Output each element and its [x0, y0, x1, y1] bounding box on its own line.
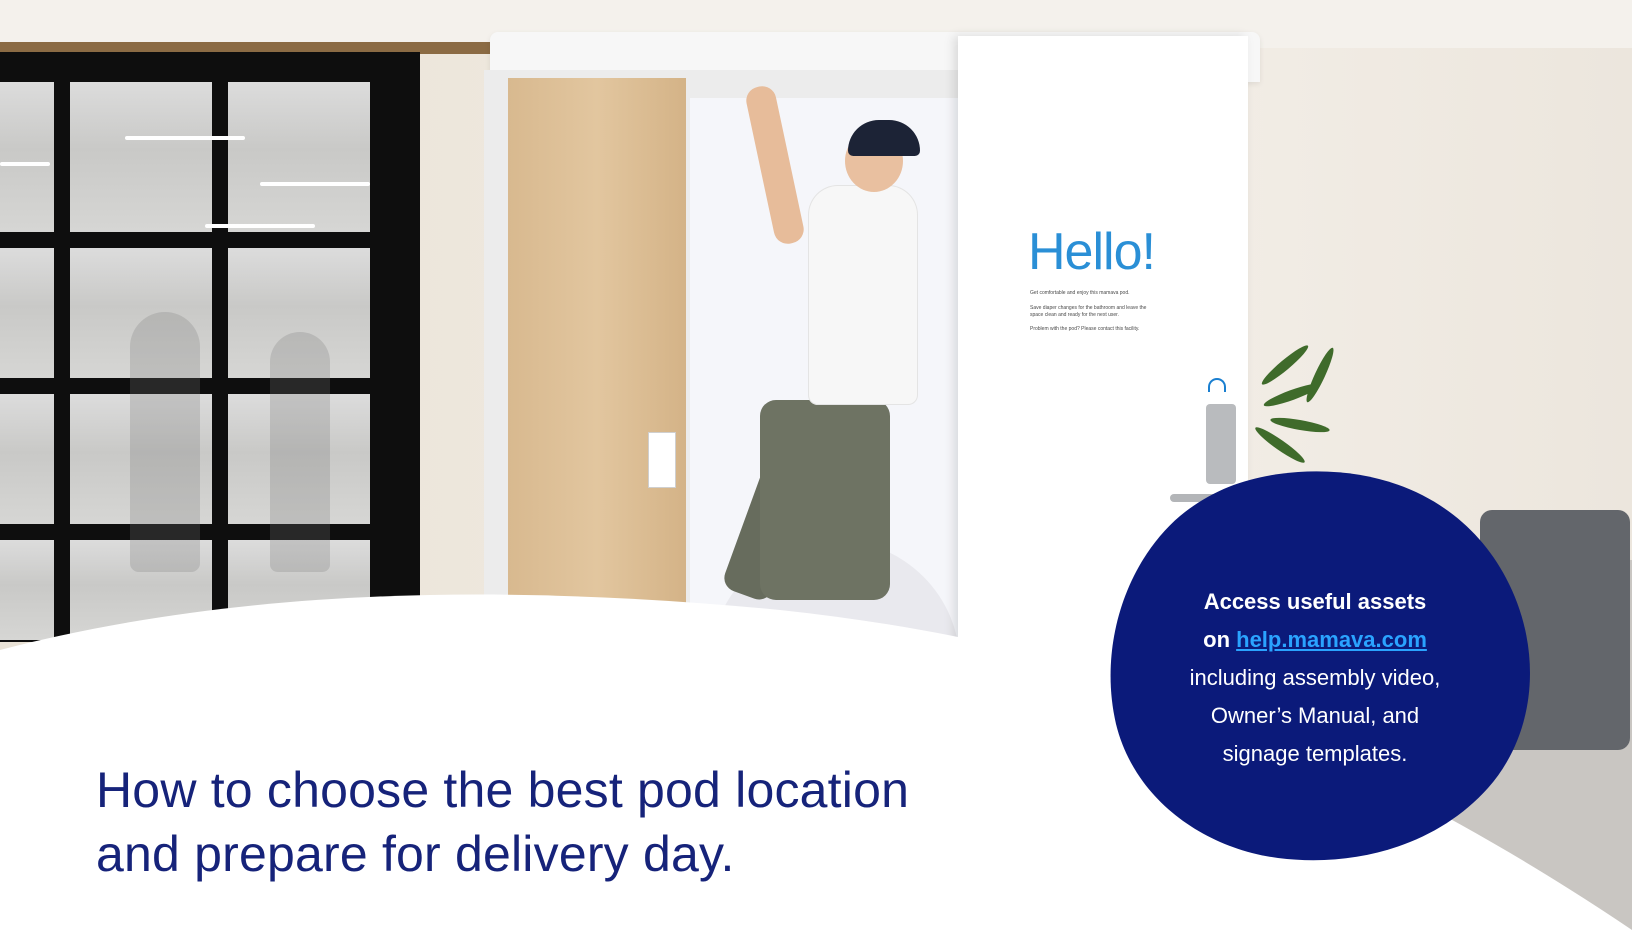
headline-line-2: and prepare for delivery day.: [96, 826, 735, 882]
callout-line-5: signage templates.: [1222, 741, 1408, 766]
headline-line-1: How to choose the best pod location: [96, 762, 910, 818]
callout-on: on: [1203, 627, 1237, 652]
callout-link-line: on help.mamava.com: [1150, 621, 1480, 659]
help-site-link[interactable]: help.mamava.com: [1236, 627, 1427, 652]
callout-line-4: Owner’s Manual, and: [1210, 703, 1420, 728]
callout-line-3: including assembly video,: [1189, 665, 1441, 690]
callout-text: Access useful assets on help.mamava.com …: [1150, 583, 1480, 773]
page-headline: How to choose the best pod location and …: [96, 758, 1076, 886]
callout-heading: Access useful assets: [1203, 589, 1427, 614]
